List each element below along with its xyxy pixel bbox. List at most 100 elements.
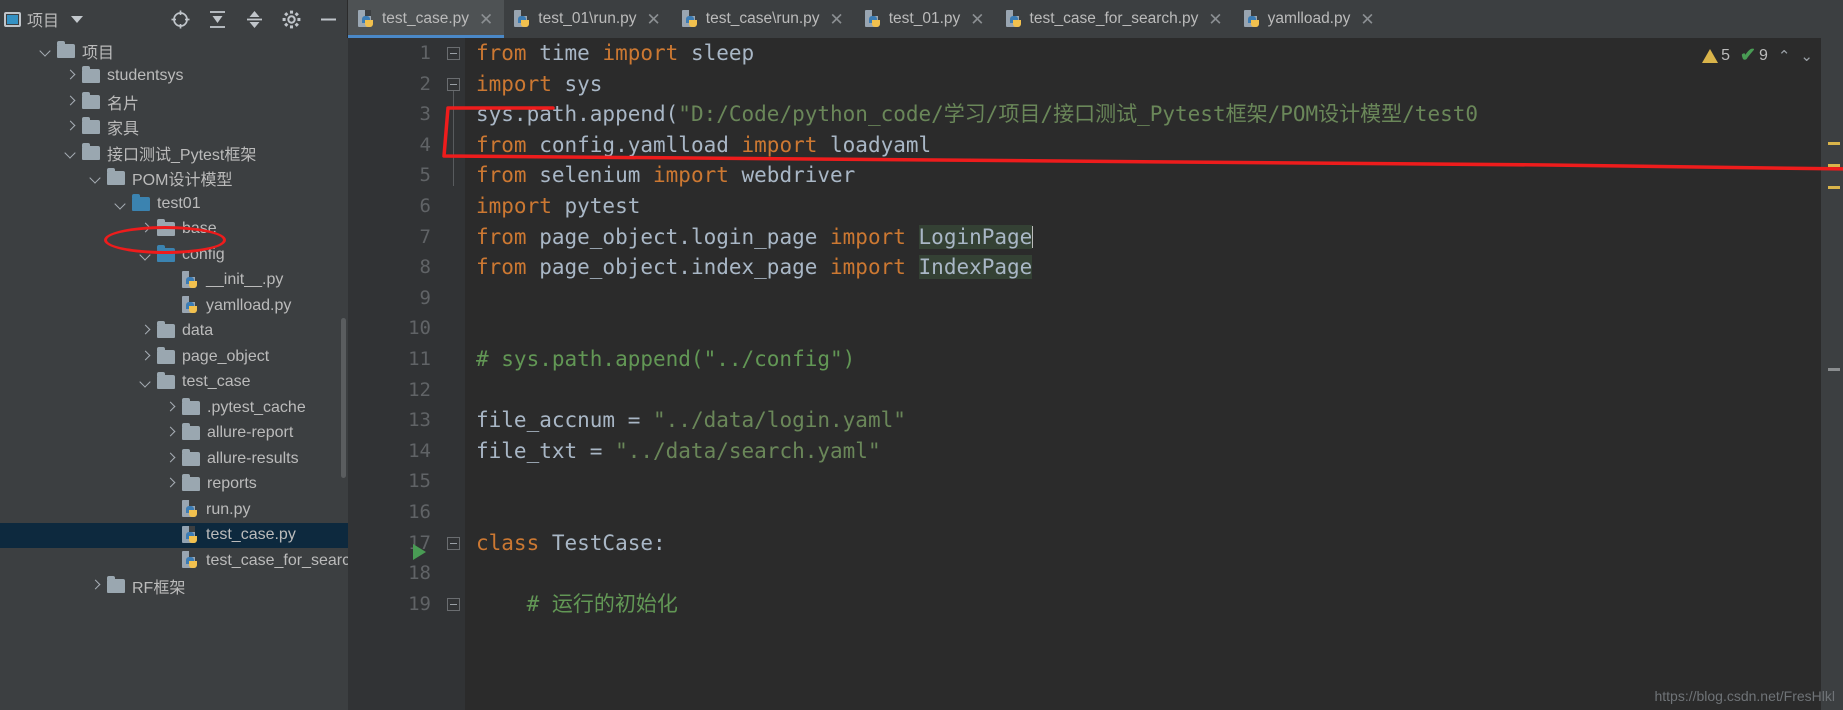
tree-item[interactable]: yamlload.py	[0, 293, 348, 319]
fold-marker-1[interactable]	[447, 47, 460, 60]
editor-tab-label: test_01\run.py	[538, 10, 637, 27]
code-line[interactable]: from page_object.login_page import Login…	[476, 222, 1821, 253]
tree-item[interactable]: 家具	[0, 115, 348, 141]
chevron-down-icon[interactable]	[139, 248, 153, 262]
tree-item[interactable]: __init__.py	[0, 268, 348, 294]
code-editor[interactable]: 1 2 3 4 5 6 7 8 9 10 11 12 13 14 15 16 17 18 19 from time …	[348, 38, 1843, 710]
close-icon[interactable]: ✕	[970, 11, 984, 28]
code-line[interactable]: import sys	[476, 69, 1821, 100]
chevron-up-icon[interactable]: ⌃	[1778, 47, 1791, 65]
line-number: 6	[419, 194, 431, 217]
code-line[interactable]: from config.yamlload import loadyaml	[476, 130, 1821, 161]
code-line[interactable]	[476, 283, 1821, 314]
locate-icon[interactable]	[169, 8, 191, 30]
project-panel-title-group[interactable]: 项目	[4, 7, 84, 31]
code-line[interactable]: # sys.path.append("../config")	[476, 344, 1821, 375]
chevron-right-icon[interactable]	[164, 426, 178, 440]
tree-item[interactable]: POM设计模型	[0, 166, 348, 192]
chevron-right-icon[interactable]	[64, 120, 78, 134]
tree-item[interactable]: reports	[0, 472, 348, 498]
warning-count-badge[interactable]: 5	[1702, 47, 1730, 65]
chevron-down-icon[interactable]	[139, 375, 153, 389]
chevron-down-icon[interactable]	[89, 171, 103, 185]
code-folding-gutter[interactable]	[443, 38, 465, 710]
code-line[interactable]	[476, 466, 1821, 497]
tree-item[interactable]: run.py	[0, 497, 348, 523]
editor-tab[interactable]: test_case_for_search.py ✕	[996, 0, 1234, 38]
code-line[interactable]: from selenium import webdriver	[476, 160, 1821, 191]
tree-item[interactable]: data	[0, 319, 348, 345]
run-gutter-arrow-icon[interactable]	[413, 544, 426, 560]
tree-item[interactable]: 接口测试_Pytest框架	[0, 140, 348, 166]
chevron-right-icon[interactable]	[139, 324, 153, 338]
editor-tab[interactable]: test_01\run.py ✕	[504, 0, 671, 38]
chevron-down-icon[interactable]	[39, 44, 53, 58]
fold-marker-19[interactable]	[447, 598, 460, 611]
tree-item[interactable]: config	[0, 242, 348, 268]
settings-gear-icon[interactable]	[280, 8, 302, 30]
folder-icon	[82, 142, 100, 160]
tree-item[interactable]: page_object	[0, 344, 348, 370]
inspection-status-widget[interactable]: 5 ✔ 9 ⌃ ⌄	[1702, 44, 1813, 67]
code-line[interactable]	[476, 497, 1821, 528]
hide-panel-icon[interactable]	[317, 8, 339, 30]
editor-tab[interactable]: test_01.py ✕	[855, 0, 996, 38]
project-tree-scrollbar[interactable]	[341, 318, 346, 478]
code-line[interactable]	[476, 313, 1821, 344]
tree-item[interactable]: test01	[0, 191, 348, 217]
inspection-mark-warning	[1828, 186, 1840, 189]
chevron-down-icon[interactable]	[71, 15, 84, 23]
chevron-right-icon[interactable]	[64, 95, 78, 109]
chevron-right-icon[interactable]	[64, 69, 78, 83]
tree-item[interactable]: .pytest_cache	[0, 395, 348, 421]
close-icon[interactable]: ✕	[830, 11, 844, 28]
code-line[interactable]	[476, 558, 1821, 589]
close-icon[interactable]: ✕	[1208, 11, 1222, 28]
collapse-all-icon[interactable]	[243, 8, 265, 30]
project-tree[interactable]: 项目 studentsys 名片 家具 接口测试_Pytest框架 POM设计模型 test…	[0, 38, 348, 710]
chevron-right-icon[interactable]	[139, 222, 153, 236]
chevron-right-icon[interactable]	[164, 452, 178, 466]
tree-item[interactable]: test_case.py	[0, 522, 348, 548]
passed-count-badge[interactable]: ✔ 9	[1740, 44, 1768, 67]
close-icon[interactable]: ✕	[647, 11, 661, 28]
code-line[interactable]: import pytest	[476, 191, 1821, 222]
chevron-down-icon[interactable]	[114, 197, 128, 211]
chevron-right-icon[interactable]	[164, 401, 178, 415]
chevron-down-icon[interactable]: ⌄	[1800, 47, 1813, 65]
tree-item[interactable]: base	[0, 217, 348, 243]
fold-marker-2[interactable]	[447, 78, 460, 91]
tree-item[interactable]: allure-results	[0, 446, 348, 472]
python-file-icon	[182, 500, 199, 519]
tree-item[interactable]: test_case_for_search	[0, 548, 348, 574]
tree-item[interactable]: RF框架	[0, 574, 348, 600]
editor-tab[interactable]: yamlload.py ✕	[1234, 0, 1386, 38]
editor-tab[interactable]: test_case\run.py ✕	[672, 0, 855, 38]
tree-item[interactable]: allure-report	[0, 421, 348, 447]
tree-item[interactable]: test_case	[0, 370, 348, 396]
inspection-marker-gutter[interactable]	[1821, 38, 1843, 710]
tree-item-label: studentsys	[107, 67, 184, 85]
close-icon[interactable]: ✕	[479, 11, 493, 28]
code-line[interactable]: sys.path.append("D:/Code/python_code/学习/…	[476, 99, 1821, 130]
code-line[interactable]: file_txt = "../data/search.yaml"	[476, 436, 1821, 467]
code-line[interactable]: from time import sleep	[476, 38, 1821, 69]
chevron-down-icon[interactable]	[64, 146, 78, 160]
expand-all-icon[interactable]	[206, 8, 228, 30]
tree-item[interactable]: 名片	[0, 89, 348, 115]
chevron-right-icon[interactable]	[89, 579, 103, 593]
tree-item[interactable]: 项目	[0, 38, 348, 64]
close-icon[interactable]: ✕	[1360, 11, 1374, 28]
code-line[interactable]	[476, 375, 1821, 406]
fold-marker-17[interactable]	[447, 537, 460, 550]
code-line[interactable]: class TestCase:	[476, 528, 1821, 559]
tree-item[interactable]: studentsys	[0, 64, 348, 90]
code-line[interactable]: from page_object.index_page import Index…	[476, 252, 1821, 283]
folder-icon	[182, 397, 200, 415]
code-line[interactable]: # 运行的初始化	[476, 589, 1821, 620]
code-line[interactable]: file_accnum = "../data/login.yaml"	[476, 405, 1821, 436]
chevron-right-icon[interactable]	[139, 350, 153, 364]
code-content[interactable]: from time import sleep import sys sys.path…	[413, 38, 1821, 710]
editor-tab[interactable]: test_case.py ✕	[348, 0, 505, 38]
chevron-right-icon[interactable]	[164, 477, 178, 491]
